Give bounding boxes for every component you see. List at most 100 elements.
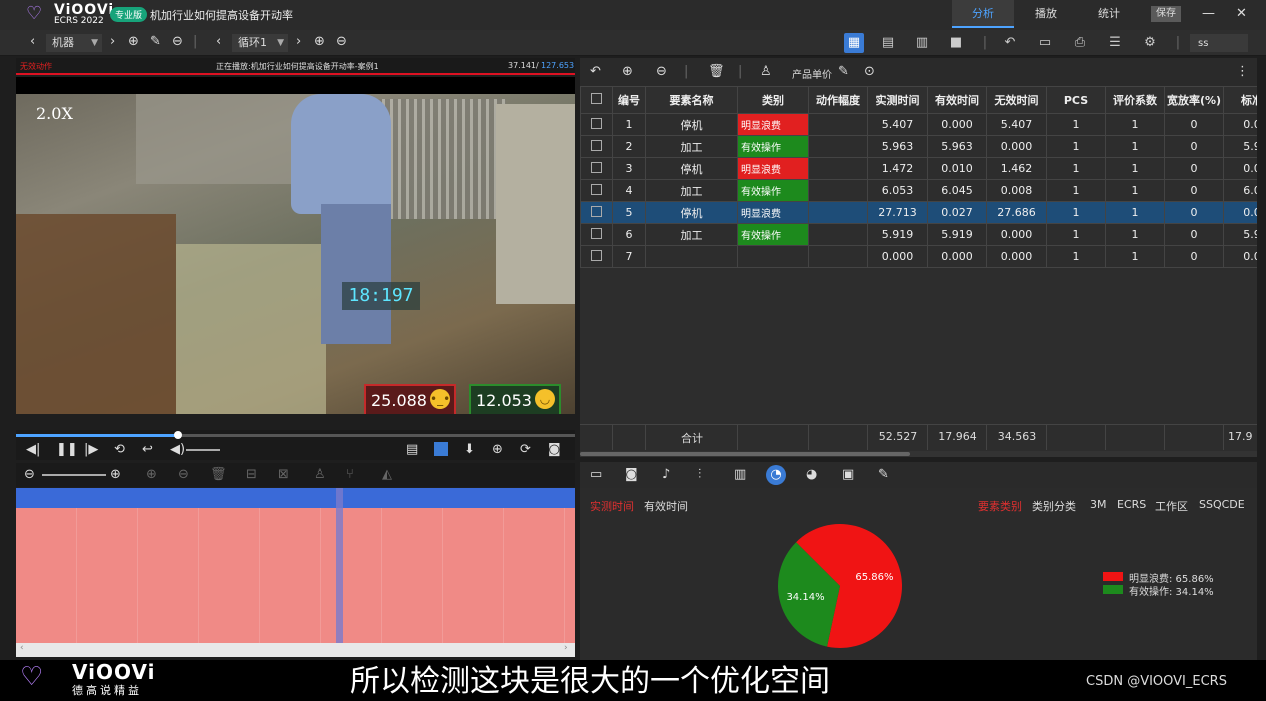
download-icon[interactable]: ⬇	[464, 442, 475, 457]
person-icon[interactable]: ♙	[760, 64, 772, 79]
pie-chart-alt-icon[interactable]: ◕	[806, 467, 817, 482]
more-vertical-icon[interactable]: ⋮	[1236, 64, 1249, 79]
cell-pcs[interactable]: 1	[1046, 245, 1106, 268]
remove-cycle-icon[interactable]: ⊖	[336, 34, 347, 49]
tab-statistics[interactable]: 统计	[1078, 0, 1140, 28]
chart-tab-element-category[interactable]: 要素类别	[978, 498, 1022, 514]
remove-row-icon[interactable]: ⊖	[656, 64, 667, 79]
tab-playback[interactable]: 播放	[1015, 0, 1077, 28]
chart-tab-ssqcde[interactable]: SSQCDE	[1199, 498, 1245, 511]
remove-icon[interactable]: ⊖	[172, 34, 183, 49]
cell-amp[interactable]	[808, 201, 868, 224]
cell-name[interactable]: 加工	[645, 223, 738, 246]
cell-name[interactable]: 停机	[645, 201, 738, 224]
checkbox[interactable]	[591, 117, 602, 129]
pen-icon[interactable]: ✎	[878, 467, 889, 482]
chart-tab-workzone[interactable]: 工作区	[1155, 498, 1188, 514]
table-row[interactable]: 3停机明显浪费1.4720.0101.4621100.0	[580, 157, 1257, 180]
cell-measured[interactable]: 5.407	[867, 113, 928, 136]
cell-cat[interactable]: 明显浪费	[737, 201, 809, 224]
video-progress-handle[interactable]	[174, 431, 183, 439]
bar-chart-icon[interactable]: ▥	[734, 467, 746, 482]
back-icon[interactable]: ↩	[142, 442, 153, 457]
cell-valid[interactable]: 0.000	[927, 245, 987, 268]
cell-coef[interactable]: 1	[1105, 245, 1165, 268]
undo-icon[interactable]: ↶	[1000, 33, 1020, 53]
timeline-scrollbar[interactable]: ‹ ›	[16, 643, 575, 657]
chart-tab-valid[interactable]: 有效时间	[644, 498, 688, 514]
col-header-name[interactable]: 要素名称	[645, 86, 738, 114]
volume-slider[interactable]	[186, 449, 220, 451]
cell-allow[interactable]: 0	[1164, 223, 1224, 246]
cell-std[interactable]: 0.0	[1223, 201, 1257, 224]
cell-amp[interactable]	[808, 157, 868, 180]
cell-valid[interactable]: 5.963	[927, 135, 987, 158]
edit-icon[interactable]: ✎	[838, 64, 849, 79]
cell-valid[interactable]: 6.045	[927, 179, 987, 202]
row-checkbox-cell[interactable]	[580, 113, 613, 136]
layout-columns-icon[interactable]: ▥	[912, 33, 932, 53]
col-header-pcs[interactable]: PCS	[1046, 86, 1106, 114]
undo-icon[interactable]: ↶	[590, 64, 601, 79]
add-cycle-icon[interactable]: ⊕	[314, 34, 325, 49]
col-header-category[interactable]: 类别	[737, 86, 809, 114]
col-header-invalid[interactable]: 无效时间	[986, 86, 1047, 114]
cell-amp[interactable]	[808, 179, 868, 202]
cell-measured[interactable]: 5.963	[867, 135, 928, 158]
cell-coef[interactable]: 1	[1105, 201, 1165, 224]
next-cycle-icon[interactable]: ›	[296, 34, 301, 49]
cell-measured[interactable]: 27.713	[867, 201, 928, 224]
cell-cat[interactable]: 明显浪费	[737, 113, 809, 136]
checkbox[interactable]	[591, 161, 602, 173]
document-icon[interactable]: ▤	[406, 442, 418, 457]
cell-allow[interactable]: 0	[1164, 157, 1224, 180]
cell-invalid[interactable]: 0.000	[986, 223, 1047, 246]
cell-valid[interactable]: 0.000	[927, 113, 987, 136]
cell-amp[interactable]	[808, 223, 868, 246]
search-input[interactable]	[1190, 34, 1248, 52]
add-icon[interactable]: ⊕	[128, 34, 139, 49]
table-row[interactable]: 2加工有效操作5.9635.9630.0001105.9	[580, 135, 1257, 158]
scroll-left-icon[interactable]: ‹	[20, 643, 24, 653]
close-icon[interactable]: ✕	[1236, 6, 1247, 21]
cell-invalid[interactable]: 1.462	[986, 157, 1047, 180]
mirror-icon[interactable]: ◭	[382, 467, 392, 482]
table-row[interactable]: 5停机明显浪费27.7130.02727.6861100.0	[580, 201, 1257, 224]
cell-id[interactable]: 2	[612, 135, 646, 158]
cell-invalid[interactable]: 5.407	[986, 113, 1047, 136]
cell-invalid[interactable]: 27.686	[986, 201, 1047, 224]
checkbox[interactable]	[591, 227, 602, 239]
camera-icon[interactable]: ◙	[548, 442, 561, 457]
save-button[interactable]: 保存	[1151, 6, 1181, 22]
checkbox[interactable]	[591, 249, 602, 261]
cell-pcs[interactable]: 1	[1046, 113, 1106, 136]
edit-icon[interactable]: ✎	[150, 34, 161, 49]
cell-pcs[interactable]: 1	[1046, 201, 1106, 224]
cell-std[interactable]: 0.0	[1223, 113, 1257, 136]
row-checkbox-cell[interactable]	[580, 135, 613, 158]
layout-single-icon[interactable]: ■	[946, 33, 966, 53]
row-checkbox-cell[interactable]	[580, 245, 613, 268]
cross-box-icon[interactable]: ⊠	[278, 467, 289, 482]
branch-icon[interactable]: ⑂	[346, 467, 354, 482]
cell-amp[interactable]	[808, 135, 868, 158]
camera-icon[interactable]: ◙	[625, 467, 638, 482]
add-segment-icon[interactable]: ⊕	[146, 467, 157, 482]
screen-icon[interactable]: ▭	[1035, 33, 1055, 53]
cell-allow[interactable]: 0	[1164, 179, 1224, 202]
timeline-track[interactable]	[16, 488, 575, 643]
checkbox[interactable]	[591, 139, 602, 151]
cell-pcs[interactable]: 1	[1046, 135, 1106, 158]
pie-chart[interactable]: 65.86% 34.14%	[770, 516, 910, 656]
cell-invalid[interactable]: 0.000	[986, 245, 1047, 268]
comment-icon[interactable]: ▭	[590, 467, 602, 482]
text-icon[interactable]	[434, 442, 448, 456]
cell-coef[interactable]: 1	[1105, 113, 1165, 136]
microphone-icon[interactable]: ♪	[662, 467, 670, 482]
cell-pcs[interactable]: 1	[1046, 223, 1106, 246]
checkbox[interactable]	[591, 205, 602, 217]
cell-id[interactable]: 1	[612, 113, 646, 136]
timeline-cursor[interactable]	[336, 488, 343, 643]
minus-box-icon[interactable]: ⊟	[246, 467, 257, 482]
table-scroll-thumb[interactable]	[580, 452, 910, 456]
